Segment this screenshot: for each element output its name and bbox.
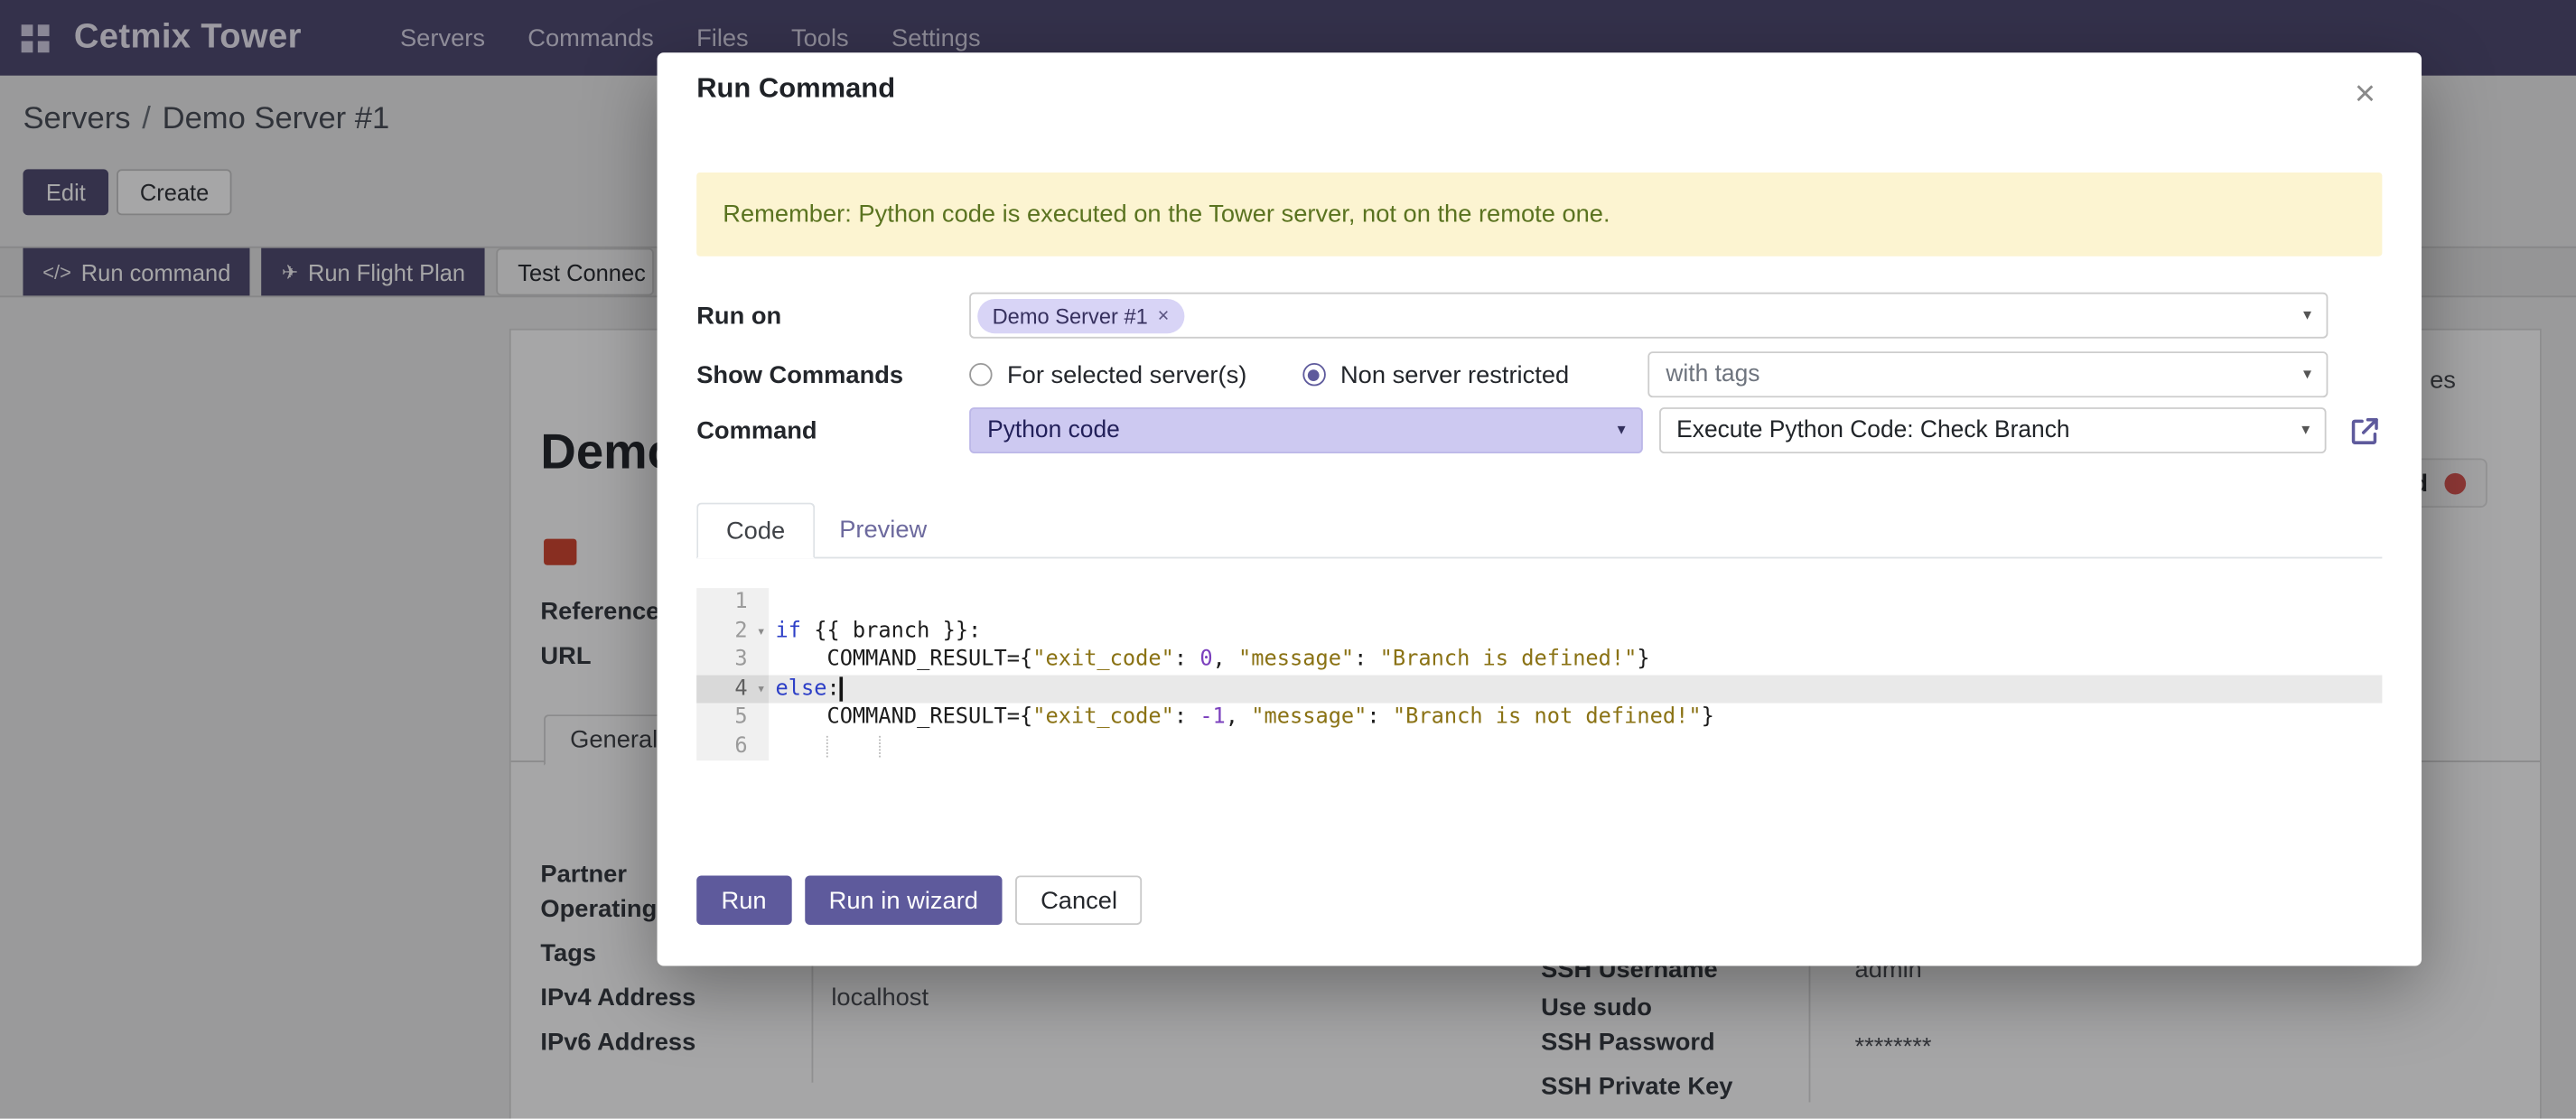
- modal-title: Run Command: [696, 72, 895, 105]
- fold-arrow-icon[interactable]: ▾: [757, 619, 766, 648]
- radio-for-selected-servers-label[interactable]: For selected server(s): [1007, 360, 1246, 388]
- close-icon[interactable]: ×: [2347, 72, 2382, 115]
- code-line[interactable]: else:: [769, 675, 2382, 704]
- run-on-row: Run on Demo Server #1 × ▾: [696, 293, 2382, 339]
- chevron-down-icon: ▾: [1618, 422, 1626, 440]
- command-label: Command: [696, 416, 969, 444]
- indent-guide: [878, 735, 880, 757]
- radio-non-server-restricted[interactable]: [1302, 363, 1325, 386]
- cancel-button[interactable]: Cancel: [1016, 875, 1143, 925]
- radio-for-selected-servers[interactable]: [969, 363, 992, 386]
- code-line[interactable]: COMMAND_RESULT={"exit_code": -1, "messag…: [769, 703, 2382, 732]
- code-editor[interactable]: 12▾34▾56 if {{ branch }}: COMMAND_RESULT…: [696, 588, 2382, 760]
- run-on-field[interactable]: Demo Server #1 × ▾: [969, 293, 2328, 339]
- modal-body: Remember: Python code is executed on the…: [658, 173, 2422, 760]
- run-on-label: Run on: [696, 302, 969, 330]
- command-type-value: Python code: [987, 417, 1120, 443]
- code-line[interactable]: [769, 588, 2382, 617]
- python-warning-alert: Remember: Python code is executed on the…: [696, 173, 2382, 256]
- screen: Cetmix Tower Servers Commands Files Tool…: [0, 0, 2576, 1119]
- chevron-down-icon: ▾: [2303, 306, 2311, 324]
- tab-code[interactable]: Code: [696, 503, 815, 559]
- command-type-select[interactable]: Python code ▾: [969, 407, 1642, 453]
- code-line[interactable]: if {{ branch }}:: [769, 617, 2382, 646]
- indent-guide: [826, 735, 828, 757]
- editor-gutter: 12▾34▾56: [696, 588, 769, 760]
- radio-non-server-restricted-label[interactable]: Non server restricted: [1340, 360, 1569, 388]
- show-commands-radios: For selected server(s) Non server restri…: [969, 360, 1569, 388]
- run-command-dialog: Run Command × Remember: Python code is e…: [658, 52, 2422, 965]
- external-link-icon[interactable]: [2347, 413, 2382, 447]
- chevron-down-icon: ▾: [2303, 366, 2311, 384]
- chip-remove-icon[interactable]: ×: [1158, 303, 1170, 326]
- text-cursor: [840, 676, 844, 700]
- chevron-down-icon: ▾: [2301, 422, 2310, 440]
- modal-footer: Run Run in wizard Cancel: [696, 875, 1142, 925]
- with-tags-placeholder: with tags: [1666, 361, 1759, 387]
- server-tag-label: Demo Server #1: [993, 303, 1148, 328]
- editor-code[interactable]: if {{ branch }}: COMMAND_RESULT={"exit_c…: [769, 588, 2382, 760]
- fold-arrow-icon[interactable]: ▾: [757, 676, 766, 704]
- command-select[interactable]: Execute Python Code: Check Branch ▾: [1658, 407, 2326, 453]
- gutter-line-number[interactable]: 3: [696, 646, 769, 675]
- modal-header: Run Command ×: [658, 52, 2422, 128]
- show-commands-row: Show Commands For selected server(s) Non…: [696, 351, 2382, 397]
- server-tag-chip[interactable]: Demo Server #1 ×: [977, 298, 1184, 332]
- gutter-line-number[interactable]: 2▾: [696, 617, 769, 646]
- tab-preview[interactable]: Preview: [815, 503, 952, 557]
- code-line[interactable]: [769, 732, 2382, 760]
- show-commands-label: Show Commands: [696, 360, 969, 388]
- code-line[interactable]: COMMAND_RESULT={"exit_code": 0, "message…: [769, 646, 2382, 675]
- command-value: Execute Python Code: Check Branch: [1676, 417, 2069, 443]
- gutter-line-number[interactable]: 4▾: [696, 675, 769, 704]
- gutter-line-number[interactable]: 5: [696, 703, 769, 732]
- gutter-line-number[interactable]: 6: [696, 732, 769, 760]
- run-in-wizard-button[interactable]: Run in wizard: [804, 875, 1003, 925]
- gutter-line-number[interactable]: 1: [696, 588, 769, 617]
- command-row: Command Python code ▾ Execute Python Cod…: [696, 407, 2382, 453]
- run-button[interactable]: Run: [696, 875, 791, 925]
- with-tags-select[interactable]: with tags ▾: [1647, 351, 2328, 397]
- modal-tabs: Code Preview: [696, 503, 2382, 559]
